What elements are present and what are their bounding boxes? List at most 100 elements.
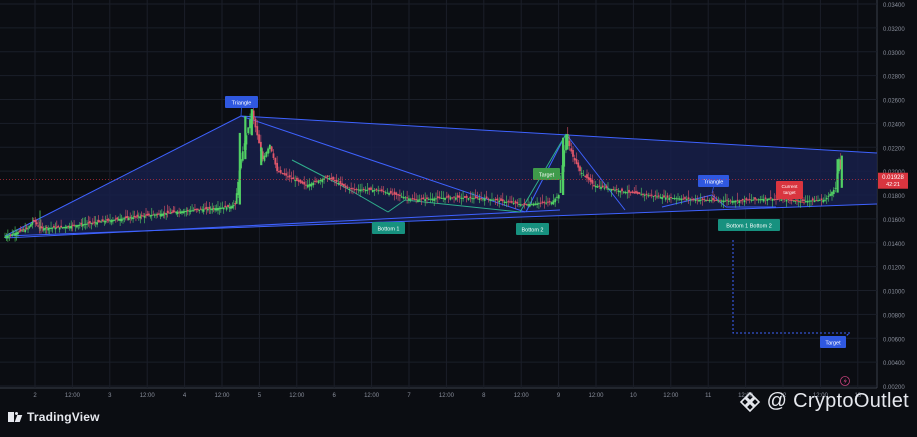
spike-candle-body [840, 155, 843, 188]
candle-body [545, 202, 548, 204]
candle-body [469, 196, 472, 199]
candle-body [696, 199, 699, 201]
candle-body [733, 200, 735, 203]
candle-body [339, 181, 342, 185]
candle-body [631, 191, 634, 194]
candle-body [496, 198, 499, 201]
candle-body [682, 198, 685, 200]
candle-body [162, 213, 165, 216]
candle-body [722, 200, 725, 203]
candle-body [629, 191, 632, 193]
candle-body [701, 198, 704, 200]
chart-svg[interactable]: 0.03400 0.03200 0.03000 0.02800 0.02600 0.024… [0, 0, 917, 432]
candle-body [389, 190, 392, 194]
annotation-label-text: Triangle [232, 101, 252, 107]
candle-body [473, 198, 475, 200]
candle-body [370, 187, 372, 190]
candle-body [519, 204, 522, 206]
candle-body [685, 198, 688, 200]
annotation-label-text: target [783, 190, 796, 196]
candle-body [406, 197, 409, 199]
price-tick-label: 0.00600 [883, 337, 905, 343]
candle-body [276, 162, 279, 172]
candle-body [422, 197, 425, 200]
candle-body [267, 148, 269, 154]
candle-body [352, 188, 354, 190]
candle-body [366, 189, 369, 191]
candle-body [614, 189, 616, 191]
time-tick-label: 12:00 [65, 393, 81, 399]
candle-body [268, 144, 271, 150]
candle-body [462, 197, 464, 199]
candle-body [393, 191, 396, 195]
candle-body [373, 190, 376, 192]
candle-body [431, 198, 434, 201]
candle-body [21, 230, 24, 232]
candle-body [368, 187, 371, 190]
candle-body [698, 199, 700, 202]
candle-body [346, 186, 349, 189]
candle-body [17, 232, 19, 235]
candle-body [501, 199, 504, 202]
price-tick-label: 0.02400 [883, 122, 905, 128]
watermark: @ CryptoOutlet [739, 390, 909, 413]
candle-body [727, 200, 730, 202]
candle-body [132, 217, 134, 220]
candle-body [165, 213, 168, 215]
candle-body [509, 201, 511, 203]
candle-body [384, 192, 387, 194]
candle-body [104, 220, 107, 223]
candle-body [101, 219, 104, 222]
spike-candle-body [244, 116, 247, 160]
candle-body [375, 188, 378, 191]
candle-body [263, 155, 266, 161]
candle-body [31, 222, 34, 225]
annotation-label-text: Target [539, 173, 555, 179]
annotation-pointer [240, 107, 242, 117]
candle-body [480, 198, 483, 200]
candle-body [249, 119, 251, 129]
candle-body [518, 203, 520, 205]
candle-body [650, 194, 653, 196]
price-tick-label: 0.03000 [883, 51, 905, 57]
candle-body [617, 190, 620, 192]
annotation-label-text: Bottom 1 Bottom 2 [726, 224, 772, 230]
candle-body [813, 200, 816, 203]
candle-body [315, 180, 318, 182]
tradingview-branding[interactable]: TradingView [8, 410, 100, 424]
spike-candle-body [566, 134, 569, 150]
candle-body [411, 198, 414, 200]
candle-body [100, 221, 103, 223]
candle-body [692, 198, 695, 200]
candle-body [296, 177, 298, 181]
candle-body [745, 198, 748, 201]
candle-body [492, 199, 495, 201]
candle-body [60, 225, 63, 228]
candle-body [680, 198, 683, 201]
candle-body [222, 207, 225, 210]
candle-body [227, 204, 229, 208]
chart-area[interactable]: 0.03400 0.03200 0.03000 0.02800 0.02600 0.024… [0, 0, 917, 432]
candle-body [706, 199, 709, 201]
candle-body [344, 185, 347, 188]
candle-body [694, 199, 697, 202]
candle-body [557, 195, 560, 199]
candle-body [139, 216, 142, 219]
candle-body [713, 199, 716, 201]
candle-body [755, 199, 758, 201]
candle-body [415, 199, 418, 201]
candle-body [420, 198, 423, 200]
candle-body [752, 199, 755, 201]
candle-body [503, 201, 506, 203]
candle-body [80, 222, 83, 225]
candle-body [552, 200, 555, 205]
candle-body [232, 205, 235, 207]
candle-body [649, 195, 651, 197]
price-tick-label: 0.03200 [883, 27, 905, 33]
candle-body [736, 199, 739, 201]
candle-body [467, 197, 470, 200]
candle-body [643, 194, 646, 196]
candle-body [398, 194, 401, 196]
candle-body [803, 199, 805, 201]
candle-body [135, 216, 137, 218]
